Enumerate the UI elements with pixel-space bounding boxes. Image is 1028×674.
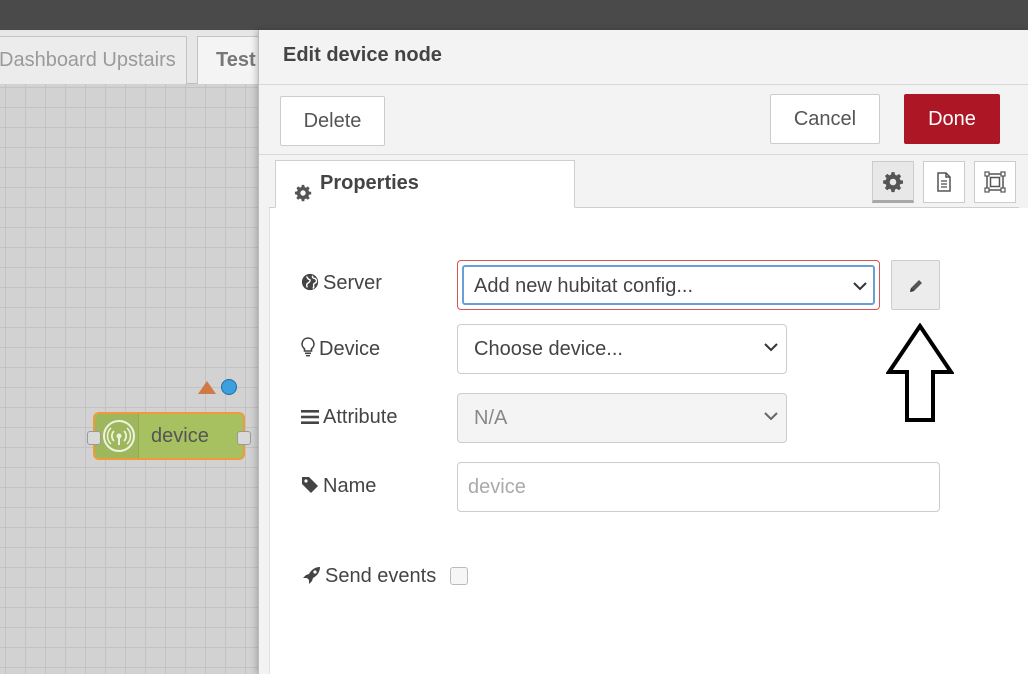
chevron-down-icon bbox=[764, 412, 778, 421]
done-button[interactable]: Done bbox=[904, 94, 1000, 144]
tag-icon bbox=[302, 477, 318, 493]
warning-triangle-icon bbox=[198, 381, 216, 394]
send-events-label: Send events bbox=[301, 565, 436, 588]
flow-canvas[interactable]: device bbox=[0, 84, 258, 674]
tab-dashboard-upstairs[interactable]: Dashboard Upstairs bbox=[0, 36, 187, 84]
device-node[interactable]: device bbox=[87, 412, 251, 460]
name-input[interactable]: device bbox=[457, 462, 940, 512]
document-icon bbox=[937, 172, 951, 192]
attribute-select[interactable]: N/A bbox=[457, 393, 787, 443]
tab-properties-label: Properties bbox=[320, 172, 419, 194]
frame-icon bbox=[984, 171, 1006, 193]
edit-server-config-button[interactable] bbox=[891, 260, 940, 310]
globe-icon bbox=[301, 273, 319, 291]
name-label-text: Name bbox=[323, 475, 377, 497]
node-description-button[interactable] bbox=[923, 161, 965, 203]
device-label-text: Device bbox=[319, 338, 381, 360]
node-appearance-button[interactable] bbox=[974, 161, 1016, 203]
workspace: Dashboard Upstairs Test device bbox=[0, 30, 258, 674]
device-select[interactable]: Choose device... bbox=[457, 324, 787, 374]
properties-form: Server Add new hubitat config... Device bbox=[269, 208, 1028, 674]
server-select-value: Add new hubitat config... bbox=[474, 275, 694, 297]
lightbulb-icon bbox=[301, 337, 315, 357]
pencil-icon bbox=[910, 280, 922, 292]
tray-toolbar: Delete Cancel Done bbox=[259, 85, 1028, 155]
input-port[interactable] bbox=[87, 431, 101, 445]
tab-properties[interactable]: Properties bbox=[275, 160, 575, 208]
edit-tray: Edit device node Delete Cancel Done Prop… bbox=[258, 30, 1028, 674]
arrow-up-annotation bbox=[886, 323, 954, 422]
chevron-down-icon bbox=[764, 343, 778, 352]
list-icon bbox=[301, 410, 319, 424]
send-events-checkbox[interactable] bbox=[450, 567, 468, 585]
output-port[interactable] bbox=[237, 431, 251, 445]
node-icon-area bbox=[95, 414, 139, 458]
attribute-label-text: Attribute bbox=[323, 406, 398, 428]
attribute-select-value: N/A bbox=[474, 407, 508, 429]
broadcast-icon bbox=[103, 420, 135, 452]
top-bar bbox=[0, 0, 1028, 30]
delete-button[interactable]: Delete bbox=[280, 96, 385, 146]
device-select-value: Choose device... bbox=[474, 338, 623, 360]
server-select[interactable]: Add new hubitat config... bbox=[457, 260, 880, 310]
cancel-button[interactable]: Cancel bbox=[770, 94, 880, 144]
tray-title: Edit device node bbox=[283, 44, 442, 66]
tray-tabs: Properties bbox=[269, 158, 1019, 208]
node-settings-button[interactable] bbox=[872, 161, 914, 203]
device-label: Device bbox=[301, 337, 380, 361]
name-label: Name bbox=[301, 475, 376, 498]
rocket-icon bbox=[303, 567, 320, 584]
workspace-tab-bar: Dashboard Upstairs Test bbox=[0, 30, 258, 84]
node-label: device bbox=[151, 425, 209, 447]
server-label-text: Server bbox=[323, 272, 382, 294]
attribute-label: Attribute bbox=[301, 406, 397, 429]
chevron-down-icon bbox=[853, 282, 867, 291]
server-label: Server bbox=[301, 272, 382, 295]
changed-indicator-dot bbox=[221, 379, 237, 395]
gear-icon bbox=[883, 172, 904, 193]
tab-test[interactable]: Test bbox=[197, 36, 258, 84]
tray-header: Edit device node bbox=[259, 30, 1028, 85]
send-events-label-text: Send events bbox=[325, 565, 437, 587]
